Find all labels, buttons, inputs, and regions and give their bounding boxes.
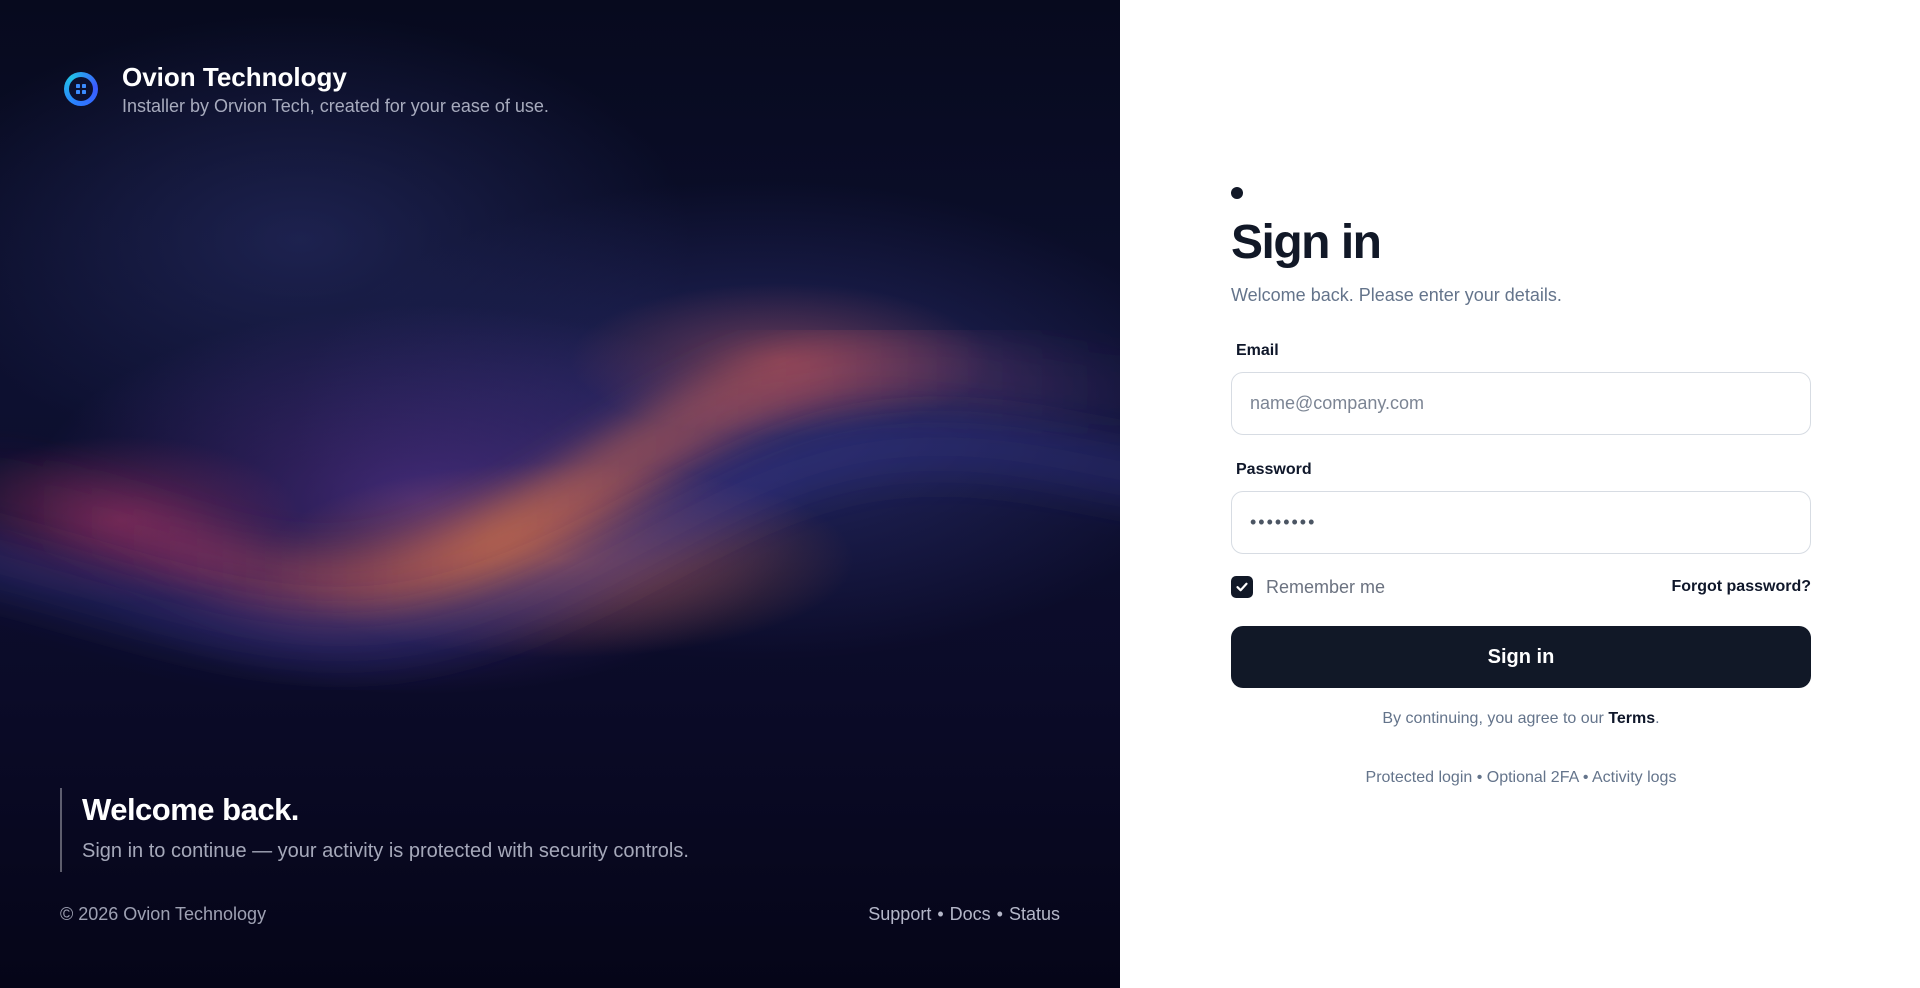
remember-label: Remember me: [1266, 576, 1386, 597]
security-features: Protected login • Optional 2FA • Activit…: [1365, 769, 1677, 786]
hero-footer: © 2026 Ovion Technology Support • Docs • Sta…: [60, 904, 1060, 925]
password-field[interactable]: [1231, 491, 1811, 554]
support-link[interactable]: Support: [868, 904, 931, 924]
welcome-text: Sign in to continue — your activity is p…: [82, 840, 689, 862]
login-page: Ovion Technology Installer by Orvion Tec…: [0, 0, 1920, 988]
footer-links: Support • Docs • Status: [868, 904, 1060, 925]
dot-icon: [1231, 187, 1243, 199]
email-field[interactable]: [1231, 372, 1811, 435]
brand-title: Ovion Technology: [122, 62, 347, 92]
form-subtitle: Welcome back. Please enter your details.: [1231, 285, 1562, 305]
sign-in-form: Sign in Welcome back. Please enter your …: [1231, 187, 1811, 787]
copyright: © 2026 Ovion Technology: [60, 904, 267, 924]
terms-text: By continuing, you agree to our Terms.: [1231, 710, 1811, 728]
separator: •: [996, 904, 1003, 924]
forgot-password-link[interactable]: Forgot password?: [1671, 578, 1811, 596]
welcome-title: Welcome back.: [82, 792, 299, 827]
terms-suffix: .: [1655, 710, 1660, 727]
separator: •: [937, 904, 944, 924]
brand-header: Ovion Technology Installer by Orvion Tec…: [64, 62, 549, 117]
form-panel: Sign in Welcome back. Please enter your …: [1120, 0, 1920, 988]
email-label: Email: [1236, 342, 1279, 359]
brand-subtitle: Installer by Orvion Tech, created for yo…: [122, 96, 549, 116]
password-label: Password: [1236, 461, 1312, 478]
status-link[interactable]: Status: [1009, 904, 1060, 924]
check-icon: [1236, 582, 1248, 592]
sign-in-button[interactable]: Sign in: [1231, 626, 1811, 688]
grid-logo-icon: [64, 72, 98, 106]
docs-link[interactable]: Docs: [950, 904, 991, 924]
terms-prefix: By continuing, you agree to our: [1382, 710, 1609, 727]
hero-panel: Ovion Technology Installer by Orvion Tec…: [0, 0, 1120, 988]
remember-me[interactable]: Remember me: [1231, 576, 1385, 598]
form-title: Sign in: [1231, 216, 1382, 269]
remember-checkbox[interactable]: [1231, 576, 1253, 598]
form-options-row: Remember me Forgot password?: [1231, 576, 1811, 598]
terms-link[interactable]: Terms: [1608, 710, 1655, 727]
welcome-block: Welcome back. Sign in to continue — your…: [60, 788, 689, 872]
